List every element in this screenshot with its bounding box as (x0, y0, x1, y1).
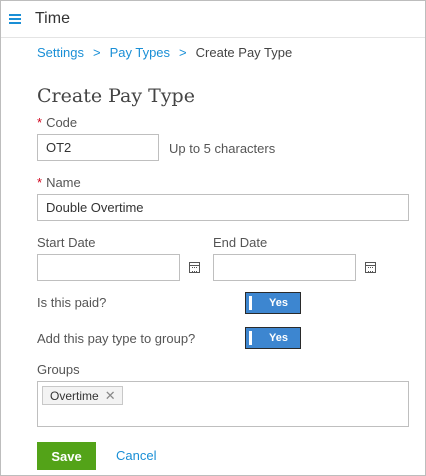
group-chip-overtime: Overtime ✕ (42, 386, 123, 405)
start-date-input[interactable] (37, 254, 180, 281)
required-marker: * (37, 175, 43, 190)
name-label: * Name (37, 175, 81, 190)
save-button[interactable]: Save (37, 442, 96, 470)
cancel-link[interactable]: Cancel (116, 448, 156, 463)
hamburger-menu-icon[interactable] (9, 14, 21, 24)
breadcrumb-separator: > (179, 45, 187, 60)
app-window: Time Settings > Pay Types > Create Pay T… (0, 0, 426, 476)
calendar-icon[interactable] (189, 262, 200, 273)
toggle-knob (249, 296, 252, 310)
calendar-icon[interactable] (365, 262, 376, 273)
app-title: Time (35, 10, 70, 27)
breadcrumb-current: Create Pay Type (195, 45, 293, 60)
toggle-knob (249, 331, 252, 345)
required-marker: * (37, 115, 43, 130)
toggle-state: Yes (269, 332, 288, 344)
start-date-label: Start Date (37, 235, 96, 250)
chip-label: Overtime (50, 388, 99, 403)
end-date-label: End Date (213, 235, 268, 250)
groups-multiselect[interactable]: Overtime ✕ (37, 381, 409, 427)
breadcrumb-settings[interactable]: Settings (37, 45, 84, 60)
is-paid-toggle[interactable]: Yes (245, 292, 301, 314)
name-input[interactable]: Double Overtime (37, 194, 409, 221)
toggle-state: Yes (269, 297, 288, 309)
breadcrumb: Settings > Pay Types > Create Pay Type (37, 45, 292, 60)
code-label: * Code (37, 115, 78, 130)
add-to-group-toggle[interactable]: Yes (245, 327, 301, 349)
remove-chip-icon[interactable]: ✕ (105, 388, 116, 404)
groups-label: Groups (37, 362, 80, 377)
breadcrumb-separator: > (92, 45, 101, 60)
add-to-group-label: Add this pay type to group? (37, 331, 196, 346)
code-hint: Up to 5 characters (169, 141, 276, 156)
is-paid-label: Is this paid? (37, 295, 107, 310)
top-bar: Time (1, 1, 425, 38)
code-input[interactable]: OT2 (37, 134, 159, 161)
page-title: Create Pay Type (37, 85, 195, 107)
end-date-input[interactable] (213, 254, 356, 281)
breadcrumb-pay-types[interactable]: Pay Types (110, 45, 170, 60)
